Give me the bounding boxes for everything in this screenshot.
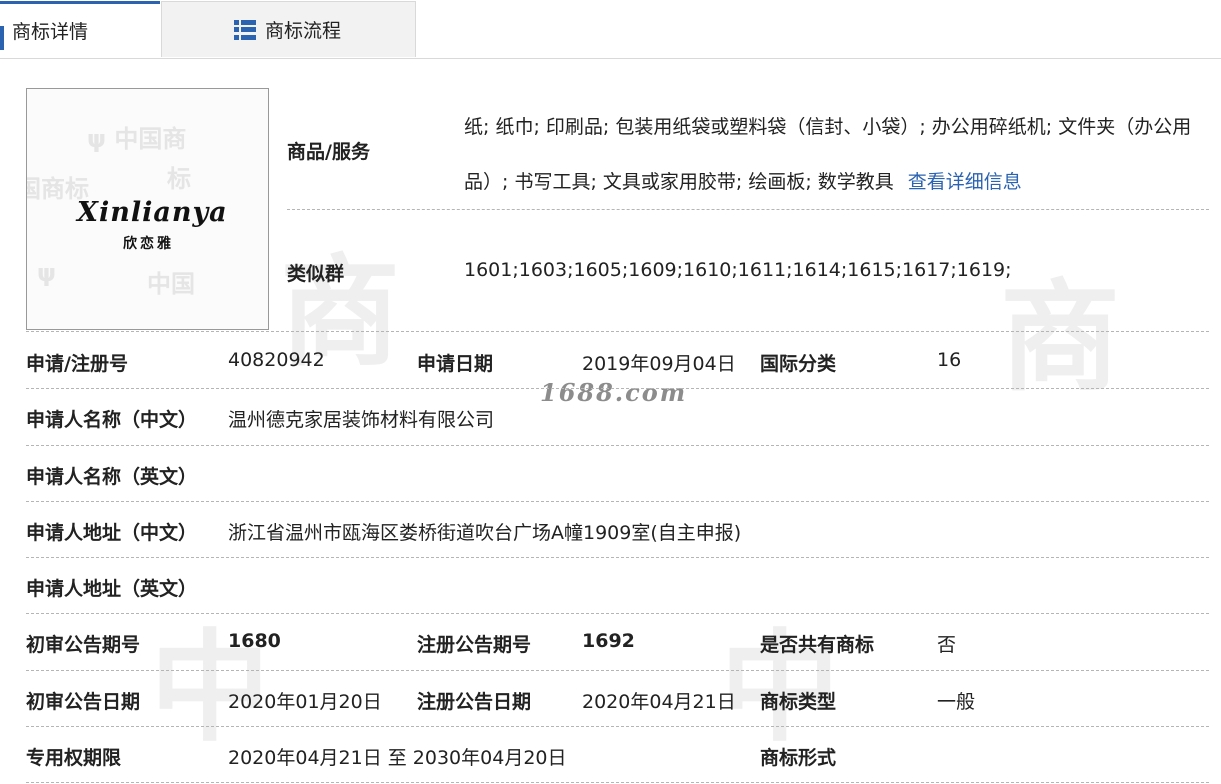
applicant-en-label: 申请人名称（英文） xyxy=(26,466,198,488)
apply-date-value: 2019年09月04日 xyxy=(582,353,736,375)
tab-trademark-details[interactable]: 商标详情 xyxy=(0,1,160,57)
similar-group-label: 类似群 xyxy=(287,263,345,285)
tab-label: 商标流程 xyxy=(265,20,342,42)
trademark-logo-chinese: 欣恋雅 xyxy=(123,236,174,252)
goods-services-text: 纸; 纸巾; 印刷品; 包装用纸袋或塑料袋（信封、小袋）; 办公用碎纸机; 文件… xyxy=(464,116,1192,193)
prelim-no-label: 初审公告期号 xyxy=(26,634,141,656)
background-watermark: 中 xyxy=(720,619,840,758)
divider xyxy=(26,557,1209,558)
reg-no-label: 申请/注册号 xyxy=(26,353,128,375)
goods-services-label: 商品/服务 xyxy=(287,141,370,163)
address-cn-value: 浙江省温州市瓯海区娄桥街道吹台广场A幢1909室(自主申报) xyxy=(228,522,742,544)
goods-services-value: 纸; 纸巾; 印刷品; 包装用纸袋或塑料袋（信封、小袋）; 办公用碎纸机; 文件… xyxy=(464,100,1204,210)
similar-group-value: 1601;1603;1605;1609;1610;1611;1614;1615;… xyxy=(464,259,1012,281)
active-tab-marker xyxy=(0,26,4,50)
shared-trademark-value: 否 xyxy=(937,634,957,656)
intl-class-label: 国际分类 xyxy=(760,353,837,375)
apply-date-label: 申请日期 xyxy=(417,353,494,375)
view-details-link[interactable]: 查看详细信息 xyxy=(908,171,1022,193)
trademark-type-value: 一般 xyxy=(937,691,976,713)
shared-trademark-label: 是否共有商标 xyxy=(760,634,875,656)
divider xyxy=(26,445,1209,446)
divider xyxy=(287,209,1209,210)
exclusive-term-label: 专用权期限 xyxy=(26,747,122,769)
address-cn-label: 申请人地址（中文） xyxy=(26,522,198,544)
tab-bar: 商标详情 商标流程 xyxy=(0,0,1221,59)
divider xyxy=(26,670,1209,671)
divider xyxy=(26,501,1209,502)
reg-pub-date-label: 注册公告日期 xyxy=(417,691,532,713)
reg-pub-no-value: 1692 xyxy=(582,630,635,652)
prelim-no-value: 1680 xyxy=(228,630,281,652)
applicant-cn-value: 温州德克家居装饰材料有限公司 xyxy=(228,409,495,431)
address-en-label: 申请人地址（英文） xyxy=(26,578,198,600)
exclusive-term-value: 2020年04月21日 至 2030年04月20日 xyxy=(228,747,567,769)
background-watermark: 中 xyxy=(150,619,270,758)
reg-pub-date-value: 2020年04月21日 xyxy=(582,691,736,713)
intl-class-value: 16 xyxy=(937,349,962,371)
applicant-cn-label: 申请人名称（中文） xyxy=(26,409,198,431)
tab-trademark-process[interactable]: 商标流程 xyxy=(161,1,416,57)
tab-label: 商标详情 xyxy=(12,21,89,43)
list-icon xyxy=(234,19,256,40)
divider xyxy=(26,726,1209,727)
trademark-type-label: 商标类型 xyxy=(760,691,837,713)
trademark-form-label: 商标形式 xyxy=(760,747,837,769)
divider xyxy=(26,388,1209,389)
reg-pub-no-label: 注册公告期号 xyxy=(417,634,532,656)
prelim-date-value: 2020年01月20日 xyxy=(228,691,382,713)
divider xyxy=(26,613,1209,614)
prelim-date-label: 初审公告日期 xyxy=(26,691,141,713)
site-watermark: 1688.com xyxy=(540,378,688,407)
trademark-logo-text: Xinlianya xyxy=(77,197,228,228)
divider xyxy=(26,782,1209,783)
divider xyxy=(26,331,1209,332)
reg-no-value: 40820942 xyxy=(228,349,325,371)
trademark-image: ψ 中国商 国商标 标 ψ 中国 Xinlianya 欣恋雅 xyxy=(26,88,269,330)
